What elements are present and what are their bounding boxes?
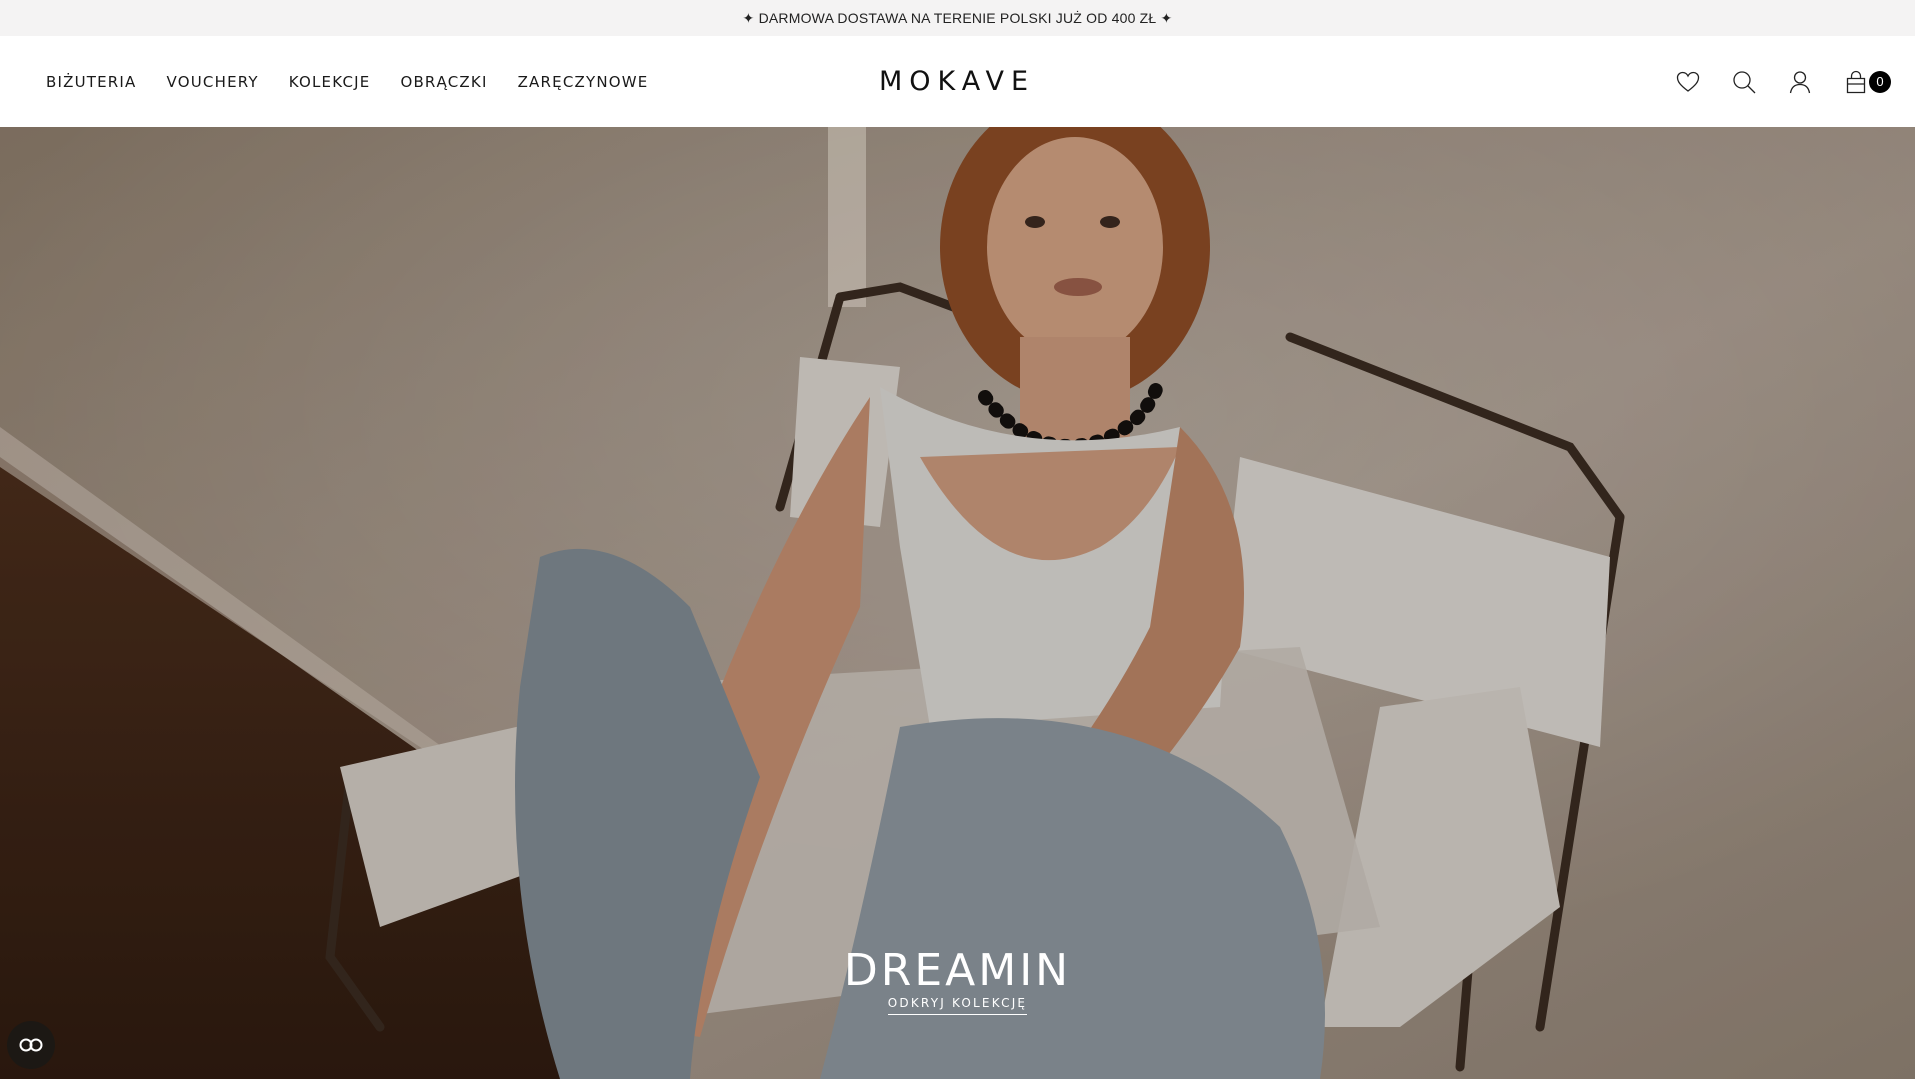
nav-item-vouchery[interactable]: VOUCHERY [167, 73, 259, 91]
announcement-text: ✦ DARMOWA DOSTAWA NA TERENIE POLSKI JUŻ … [742, 9, 1173, 26]
header-actions: 0 [1675, 36, 1891, 127]
hero-banner[interactable]: DREAMIN ODKRYJ KOLEKCJĘ [0, 127, 1915, 1079]
nav-item-bizuteria[interactable]: BIŻUTERIA [46, 73, 137, 91]
heart-icon [1676, 71, 1700, 92]
bag-icon [1846, 70, 1866, 93]
search-icon [1733, 70, 1756, 93]
site-header: BIŻUTERIA VOUCHERY KOLEKCJE OBRĄCZKI ZAR… [0, 36, 1915, 128]
brand-logo[interactable]: MOKAVE [874, 36, 1040, 127]
search-button[interactable] [1731, 69, 1757, 95]
hero-image [0, 127, 1915, 1079]
accessibility-icon [19, 1038, 43, 1052]
discover-collection-link[interactable]: ODKRYJ KOLEKCJĘ [887, 996, 1028, 1015]
wishlist-button[interactable] [1675, 69, 1701, 95]
accessibility-button[interactable] [7, 1021, 55, 1069]
nav-item-obraczki[interactable]: OBRĄCZKI [400, 73, 487, 91]
cart-button[interactable]: 0 [1843, 69, 1891, 95]
nav-item-kolekcje[interactable]: KOLEKCJE [289, 73, 371, 91]
hero-cta: ODKRYJ KOLEKCJĘ [0, 994, 1915, 1015]
main-nav: BIŻUTERIA VOUCHERY KOLEKCJE OBRĄCZKI ZAR… [46, 36, 648, 127]
user-icon [1789, 70, 1811, 93]
hero-title: DREAMIN [843, 945, 1072, 996]
announcement-bar: ✦ DARMOWA DOSTAWA NA TERENIE POLSKI JUŻ … [0, 0, 1915, 36]
cart-count-badge: 0 [1869, 70, 1891, 93]
nav-item-zareczynowe[interactable]: ZARĘCZYNOWE [518, 73, 649, 91]
account-button[interactable] [1787, 69, 1813, 95]
